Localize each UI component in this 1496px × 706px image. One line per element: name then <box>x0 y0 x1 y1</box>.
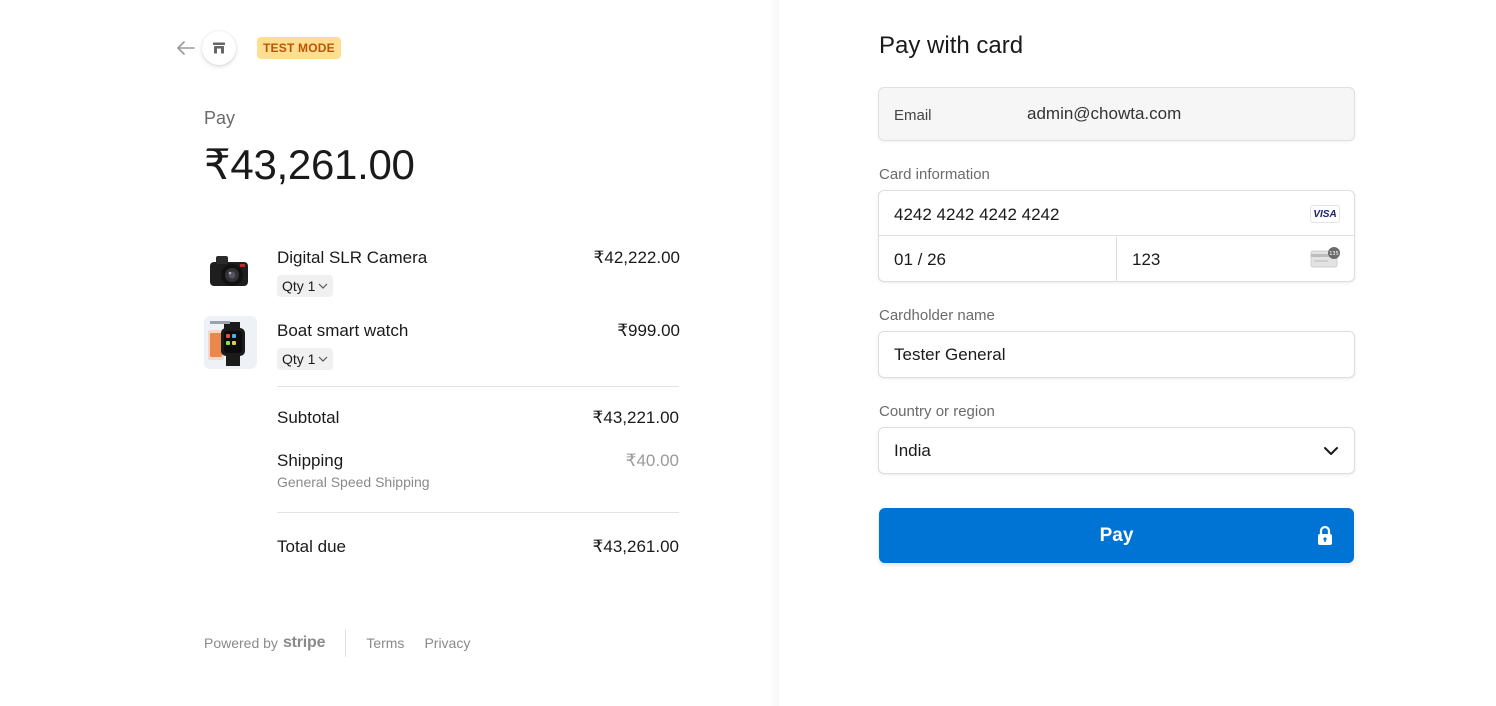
terms-link[interactable]: Terms <box>366 635 404 651</box>
stripe-logo[interactable]: stripe <box>283 634 326 652</box>
card-info-group: 4242 4242 4242 4242 VISA 01 / 26 123 135 <box>878 190 1355 282</box>
footer: Powered by stripe Terms Privacy <box>204 629 490 657</box>
email-label: Email <box>894 107 932 124</box>
qty-label: Qty 1 <box>282 278 316 294</box>
payment-form-pane: Pay with card Email admin@chowta.com Car… <box>779 0 1496 706</box>
line-item: Boat smart watch Qty 1 ₹999.00 <box>204 316 680 379</box>
chevron-down-icon <box>319 283 328 289</box>
cardholder-label: Cardholder name <box>879 307 995 324</box>
card-cvc-input[interactable]: 123 135 <box>1117 237 1354 281</box>
header: TEST MODE <box>176 30 341 66</box>
total-value: ₹43,261.00 <box>592 537 679 556</box>
subtotal-label: Subtotal <box>277 408 340 427</box>
item-price: ₹42,222.00 <box>593 248 680 267</box>
lock-icon <box>1318 525 1332 545</box>
powered-by-text: Powered by <box>204 635 278 651</box>
camera-image <box>204 246 257 299</box>
footer-separator <box>345 629 347 657</box>
store-icon[interactable] <box>202 31 236 65</box>
country-value: India <box>894 441 931 460</box>
country-select[interactable]: India <box>878 427 1355 474</box>
pay-label: Pay <box>204 108 236 128</box>
card-expiry-input[interactable]: 01 / 26 <box>879 237 1117 281</box>
cvc-card-icon: 135 <box>1310 247 1340 268</box>
card-cvc-value: 123 <box>1132 250 1161 269</box>
country-label: Country or region <box>879 403 995 420</box>
email-field[interactable]: Email admin@chowta.com <box>878 87 1355 141</box>
chevron-down-icon <box>319 356 328 362</box>
line-item: Digital SLR Camera Qty 1 ₹42,222.00 <box>204 246 680 306</box>
subtotal-value: ₹43,221.00 <box>592 408 679 427</box>
item-price: ₹999.00 <box>617 321 680 340</box>
visa-icon: VISA <box>1310 205 1340 223</box>
pay-button-label: Pay <box>1099 525 1134 546</box>
svg-text:135: 135 <box>1329 251 1339 257</box>
item-name: Boat smart watch <box>277 321 409 340</box>
item-name: Digital SLR Camera <box>277 248 428 267</box>
privacy-link[interactable]: Privacy <box>424 635 470 651</box>
card-expiry-value: 01 / 26 <box>894 250 946 269</box>
cardholder-name-input[interactable]: Tester General <box>878 331 1355 378</box>
card-info-label: Card information <box>879 166 990 183</box>
total-label: Total due <box>277 537 346 556</box>
smartwatch-image <box>204 316 257 369</box>
cardholder-value: Tester General <box>894 345 1006 364</box>
chevron-down-icon <box>1324 447 1338 455</box>
test-mode-badge: TEST MODE <box>257 37 341 59</box>
form-title: Pay with card <box>879 32 1024 59</box>
card-number-input[interactable]: 4242 4242 4242 4242 VISA <box>879 191 1354 236</box>
email-value: admin@chowta.com <box>1027 104 1182 123</box>
back-arrow-icon[interactable] <box>176 38 196 58</box>
shipping-value: ₹40.00 <box>625 451 679 470</box>
qty-selector[interactable]: Qty 1 <box>277 348 334 370</box>
divider <box>277 386 679 387</box>
shipping-label: Shipping <box>277 451 344 470</box>
divider <box>277 512 679 513</box>
card-number-value: 4242 4242 4242 4242 <box>894 205 1060 224</box>
shipping-method: General Speed Shipping <box>277 474 430 490</box>
qty-selector[interactable]: Qty 1 <box>277 275 334 297</box>
qty-label: Qty 1 <box>282 351 316 367</box>
order-summary-pane: TEST MODE Pay ₹43,261.00 Digital SLR Cam… <box>0 0 778 706</box>
pay-amount: ₹43,261.00 <box>204 141 415 188</box>
pay-button[interactable]: Pay <box>879 508 1354 563</box>
